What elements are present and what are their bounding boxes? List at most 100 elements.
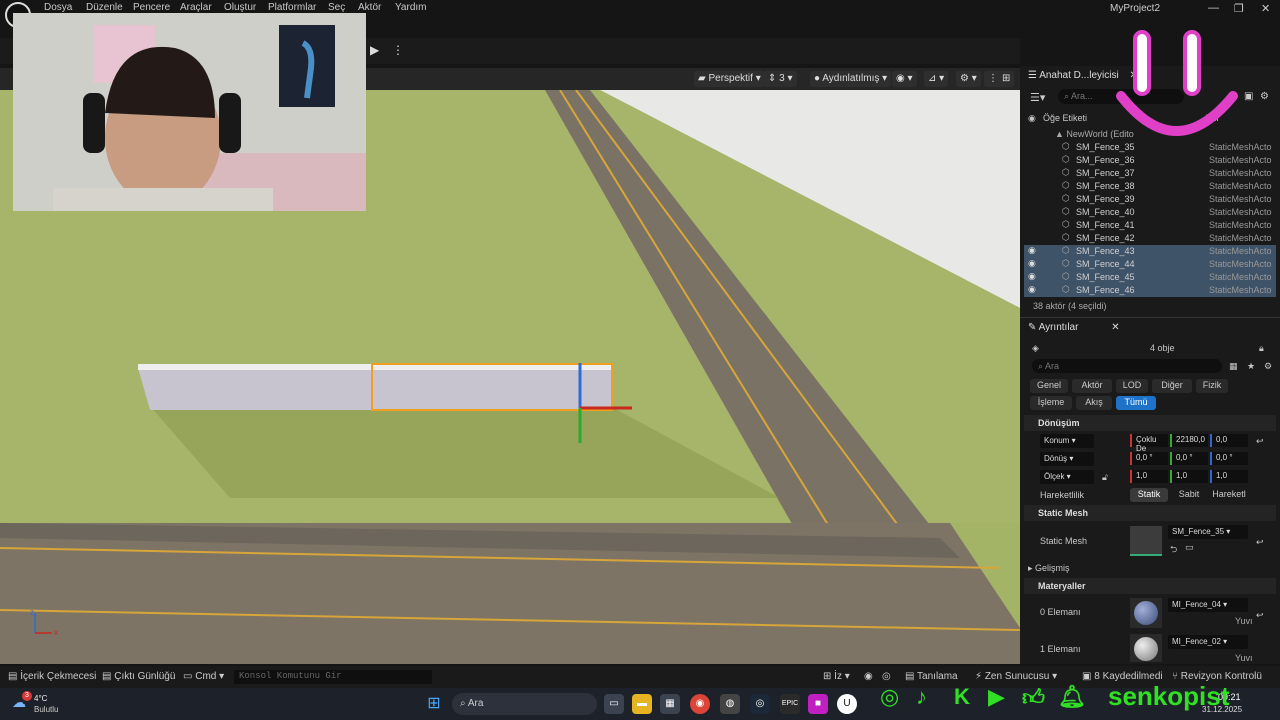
obs-icon[interactable]: ■ <box>808 694 828 714</box>
menu-edit[interactable]: Düzenle <box>86 2 123 13</box>
layout-grid-icon[interactable]: ⊞ <box>998 71 1015 87</box>
reset-mesh-icon[interactable]: ↩ <box>1256 537 1264 548</box>
folder-add-icon[interactable]: ▣ <box>1244 91 1253 102</box>
mobility-static[interactable]: Statik <box>1130 488 1168 502</box>
camera-icon[interactable]: ◎ <box>882 671 891 682</box>
close-window-button[interactable]: ✕ <box>1261 2 1270 15</box>
steam-icon[interactable]: ◎ <box>750 694 770 714</box>
eye-icon[interactable]: ◉ <box>1028 245 1036 256</box>
menu-window[interactable]: Pencere <box>133 2 170 13</box>
unreal-taskbar-icon[interactable]: U <box>837 694 857 714</box>
taskbar-search[interactable]: ⌕ Ara <box>452 693 597 715</box>
filter-general[interactable]: Genel <box>1030 379 1068 393</box>
advanced-expander[interactable]: ▸ Gelişmiş <box>1028 563 1070 574</box>
material1-dropdown[interactable]: MI_Fence_02 ▾ <box>1168 635 1248 649</box>
details-settings-icon[interactable]: ⚙ <box>1264 361 1272 372</box>
rotation-x[interactable]: 0,0 ° <box>1130 452 1168 465</box>
mobility-stationary[interactable]: Sabit <box>1170 488 1208 502</box>
console-input[interactable]: Konsol Komutunu Gir <box>234 670 432 684</box>
reset-material0-icon[interactable]: ↩ <box>1256 610 1264 621</box>
close-details-icon[interactable]: ✕ <box>1111 322 1119 333</box>
filter-other[interactable]: Diğer <box>1152 379 1192 393</box>
filter-lod[interactable]: LOD <box>1116 379 1148 393</box>
scale-z[interactable]: 1,0 <box>1210 470 1248 483</box>
rotation-z[interactable]: 0,0 ° <box>1210 452 1248 465</box>
list-item[interactable]: ◉ ⬡ SM_Fence_46 StaticMeshActo <box>1024 284 1276 297</box>
zen-server-button[interactable]: ⚡ Zen Sunucusu ▾ <box>975 671 1057 682</box>
menu-platforms[interactable]: Platformlar <box>268 2 316 13</box>
menu-help[interactable]: Yardım <box>395 2 427 13</box>
location-y[interactable]: 22180,0 <box>1170 434 1208 447</box>
epic-games-icon[interactable]: EPIC <box>780 694 800 714</box>
settings-gear-icon[interactable]: ⚙ ▾ <box>956 71 981 87</box>
materials-section[interactable]: Materyaller <box>1024 578 1276 594</box>
filter-physics[interactable]: Fizik <box>1196 379 1228 393</box>
browse-folder-icon[interactable]: ▭ <box>1185 542 1194 553</box>
chrome-icon[interactable]: ◉ <box>690 694 710 714</box>
details-search-input[interactable]: ⌕ Ara <box>1032 359 1222 373</box>
content-drawer-button[interactable]: ▤ İçerik Çekmecesi <box>8 671 96 682</box>
star-icon[interactable]: ★ <box>1247 361 1255 372</box>
location-x[interactable]: Çoklu De <box>1130 434 1168 453</box>
output-log-button[interactable]: ▤ Çıktı Günlüğü <box>102 671 175 682</box>
location-dropdown[interactable]: Konum ▾ <box>1040 434 1094 448</box>
eye-icon[interactable]: ◉ <box>1028 284 1036 295</box>
rotation-y[interactable]: 0,0 ° <box>1170 452 1208 465</box>
filter-all[interactable]: Tümü <box>1116 396 1156 410</box>
menu-create[interactable]: Oluştur <box>224 2 256 13</box>
cmd-dropdown[interactable]: ▭ Cmd ▾ <box>183 671 224 682</box>
location-z[interactable]: 0,0 <box>1210 434 1248 447</box>
list-item[interactable]: ◉ ⬡ SM_Fence_45 StaticMeshActo <box>1024 271 1276 284</box>
more-options-icon[interactable]: ⋮ <box>392 43 404 57</box>
menu-actor[interactable]: Aktör <box>358 2 381 13</box>
mobility-movable[interactable]: Hareketl <box>1210 488 1248 502</box>
list-item[interactable]: ◉ ⬡ SM_Fence_43 StaticMeshActo <box>1024 245 1276 258</box>
list-item[interactable]: ⬡ SM_Fence_41 StaticMeshActo <box>1024 219 1276 232</box>
scale-y[interactable]: 1,0 <box>1170 470 1208 483</box>
list-item[interactable]: ⬡ SM_Fence_38 StaticMeshActo <box>1024 180 1276 193</box>
fence-wall[interactable] <box>138 368 612 410</box>
trace-button[interactable]: ⊞ İz ▾ <box>823 671 850 682</box>
perspective-dropdown[interactable]: ▰ Perspektif ▾ <box>694 71 765 87</box>
snap-icon[interactable]: ⊿ ▾ <box>924 71 949 87</box>
material1-thumbnail[interactable] <box>1130 634 1162 662</box>
store-icon[interactable]: ▦ <box>660 694 680 714</box>
record-icon[interactable]: ◉ <box>864 671 873 682</box>
static-mesh-dropdown[interactable]: SM_Fence_35 ▾ <box>1168 525 1248 539</box>
list-item[interactable]: ⬡ SM_Fence_40 StaticMeshActo <box>1024 206 1276 219</box>
filter-rendering[interactable]: İşleme <box>1030 396 1072 410</box>
windows-start-icon[interactable]: ⊞ <box>424 694 444 714</box>
filter-streaming[interactable]: Akış <box>1076 396 1112 410</box>
list-item[interactable]: ⬡ SM_Fence_42 StaticMeshActo <box>1024 232 1276 245</box>
list-item[interactable]: ⬡ SM_Fence_37 StaticMeshActo <box>1024 167 1276 180</box>
filter-icon[interactable]: ☰▾ <box>1030 91 1045 104</box>
scale-x[interactable]: 1,0 <box>1130 470 1168 483</box>
menu-tools[interactable]: Araçlar <box>180 2 212 13</box>
play-icon[interactable]: ▶ <box>370 43 379 57</box>
rotation-dropdown[interactable]: Dönüş ▾ <box>1040 452 1094 466</box>
scale-dropdown[interactable]: Ölçek ▾ <box>1040 470 1094 484</box>
list-item[interactable]: ◉ ⬡ SM_Fence_44 StaticMeshActo <box>1024 258 1276 271</box>
material0-thumbnail[interactable] <box>1130 598 1162 628</box>
material0-dropdown[interactable]: MI_Fence_04 ▾ <box>1168 598 1248 612</box>
static-mesh-section[interactable]: Static Mesh <box>1024 505 1276 521</box>
minimize-button[interactable]: — <box>1208 2 1219 14</box>
show-eye-icon[interactable]: ◉ ▾ <box>892 71 917 87</box>
menu-file[interactable]: Dosya <box>44 2 72 13</box>
file-explorer-icon[interactable]: ▬ <box>632 694 652 714</box>
list-item[interactable]: ⬡ SM_Fence_39 StaticMeshActo <box>1024 193 1276 206</box>
camera-speed-dropdown[interactable]: ⇕ 3 ▾ <box>764 71 797 87</box>
menu-select[interactable]: Seç <box>328 2 345 13</box>
reset-arrow-icon[interactable]: ↩ <box>1256 436 1264 447</box>
use-selected-arrow-icon[interactable]: ⮌ <box>1170 542 1177 558</box>
mesh-thumbnail[interactable] <box>1130 526 1162 556</box>
github-icon[interactable]: ◍ <box>720 694 740 714</box>
tab-details[interactable]: ✎ Ayrıntılar ✕ <box>1028 322 1120 340</box>
maximize-button[interactable]: ❐ <box>1234 2 1244 15</box>
col-item-label[interactable]: Öğe Etiketi <box>1043 113 1087 123</box>
outliner-settings-icon[interactable]: ⚙ <box>1260 91 1269 102</box>
lock-icon[interactable]: 🔒︎ <box>1259 343 1264 354</box>
task-view-icon[interactable]: ▭ <box>604 694 624 714</box>
scale-lock-icon[interactable]: 🔓︎ <box>1102 472 1108 483</box>
eye-icon[interactable]: ◉ <box>1028 258 1036 269</box>
